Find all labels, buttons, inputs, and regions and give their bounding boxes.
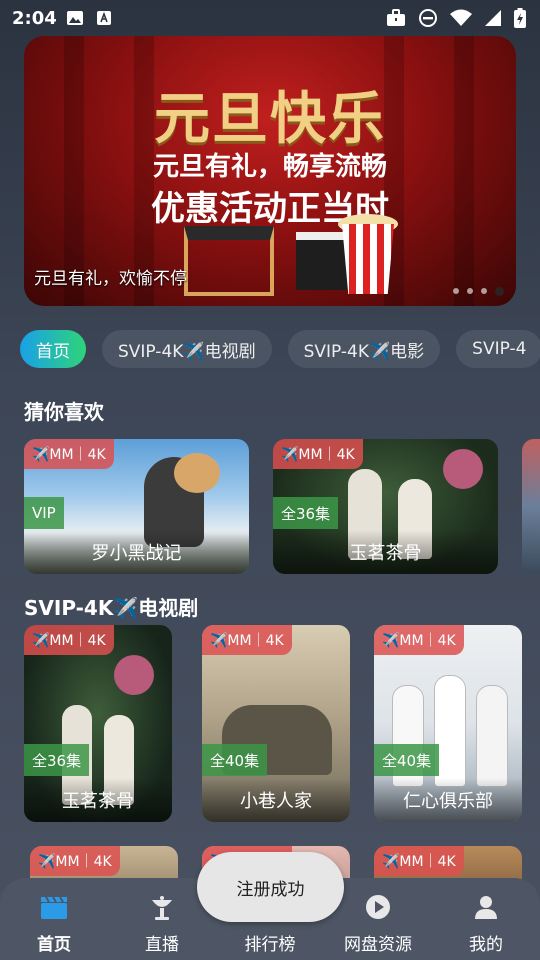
clapperboard-icon <box>41 896 67 919</box>
tab-svip-tv[interactable]: SVIP-4K✈️电视剧 <box>102 330 272 368</box>
carousel-dot-active[interactable] <box>495 287 504 296</box>
popcorn-bucket-illustration <box>342 224 394 294</box>
banner-subtitle: 元旦有礼，畅享流畅 <box>152 152 387 182</box>
nav-home[interactable]: 首页 <box>9 886 99 956</box>
director-chair-illustration <box>184 226 274 296</box>
quality-badge: ✈️MM｜4K <box>24 439 114 469</box>
video-title: 玉茗茶骨 <box>24 778 172 822</box>
episode-badge: 全40集 <box>374 744 440 776</box>
video-card[interactable]: ✈️MM｜4K 全36集 玉茗茶骨 <box>273 439 498 574</box>
episode-badge: 全36集 <box>273 497 339 529</box>
nav-label: 排行榜 <box>244 935 296 955</box>
briefcase-icon <box>387 9 405 26</box>
video-title: 仁心俱乐部 <box>374 778 522 822</box>
banner-title: 元旦快乐 <box>154 86 386 152</box>
vip-badge: VIP <box>24 497 64 529</box>
battery-icon <box>514 8 526 28</box>
episode-badge: 全36集 <box>24 744 90 776</box>
video-card[interactable]: ✈️MM｜4K 全40集 仁心俱乐部 <box>374 625 522 822</box>
toast-message: 注册成功 <box>197 852 344 922</box>
carousel-dot[interactable] <box>453 288 459 294</box>
nav-label: 首页 <box>37 935 71 955</box>
doctor-illustration <box>476 685 508 787</box>
video-title: 小巷人家 <box>202 778 350 822</box>
video-card[interactable]: ✈️MM｜4K 全36集 玉茗茶骨 <box>24 625 172 822</box>
tab-home[interactable]: 首页 <box>20 330 86 368</box>
nav-label: 我的 <box>469 935 503 955</box>
status-bar: 2:04 <box>0 0 540 36</box>
episode-badge: 全40集 <box>202 744 268 776</box>
banner-headline: 优惠活动正当时 <box>151 189 389 229</box>
nav-cloud-drive[interactable]: 网盘资源 <box>333 886 423 956</box>
satellite-dish-icon <box>152 896 172 920</box>
carousel-indicator <box>453 287 504 296</box>
system-icons <box>386 8 526 28</box>
signal-icon <box>485 10 501 26</box>
app-notification-icon <box>97 11 111 25</box>
video-card-partial[interactable] <box>522 439 540 574</box>
quality-badge: ✈️MM｜4K <box>202 625 292 655</box>
nav-live[interactable]: 直播 <box>117 886 207 956</box>
wifi-icon <box>450 9 472 26</box>
video-title: 罗小黑战记 <box>24 530 249 574</box>
carousel-dot[interactable] <box>467 288 473 294</box>
quality-badge: ✈️MM｜4K <box>24 625 114 655</box>
tab-svip-movie[interactable]: SVIP-4K✈️电影 <box>287 330 441 368</box>
flower-decoration <box>114 655 154 695</box>
flower-decoration <box>443 449 483 489</box>
carousel-dot[interactable] <box>481 288 487 294</box>
video-card[interactable]: ✈️MM｜4K 全40集 小巷人家 <box>202 625 350 822</box>
image-notification-icon <box>67 11 83 25</box>
video-card[interactable]: ✈️MM｜4K VIP 罗小黑战记 <box>24 439 249 574</box>
quality-badge: ✈️MM｜4K <box>273 439 363 469</box>
nav-profile[interactable]: 我的 <box>441 886 531 956</box>
do-not-disturb-icon <box>419 9 437 27</box>
nav-label: 网盘资源 <box>344 935 412 955</box>
quality-badge: ✈️MM｜4K <box>374 846 464 876</box>
status-time: 2:04 <box>12 8 57 29</box>
promo-banner[interactable]: 元旦快乐 元旦有礼，畅享流畅 优惠活动正当时 元旦有礼，欢愉不停 <box>24 36 516 306</box>
category-tabs: 首页 SVIP-4K✈️电视剧 SVIP-4K✈️电影 SVIP-4 <box>20 330 540 368</box>
character-face <box>174 453 220 493</box>
quality-badge: ✈️MM｜4K <box>374 625 464 655</box>
tab-svip-more[interactable]: SVIP-4 <box>456 330 540 368</box>
video-title: 玉茗茶骨 <box>273 530 498 574</box>
user-icon <box>475 896 497 919</box>
banner-caption: 元旦有礼，欢愉不停 <box>34 269 187 289</box>
notification-icons <box>66 10 112 26</box>
nav-label: 直播 <box>145 935 179 955</box>
play-circle-icon <box>366 895 390 919</box>
section-title-guess: 猜你喜欢 <box>24 400 104 424</box>
quality-badge: ✈️MM｜4K <box>30 846 120 876</box>
section-title-tv: SVIP-4K✈️电视剧 <box>24 596 199 620</box>
